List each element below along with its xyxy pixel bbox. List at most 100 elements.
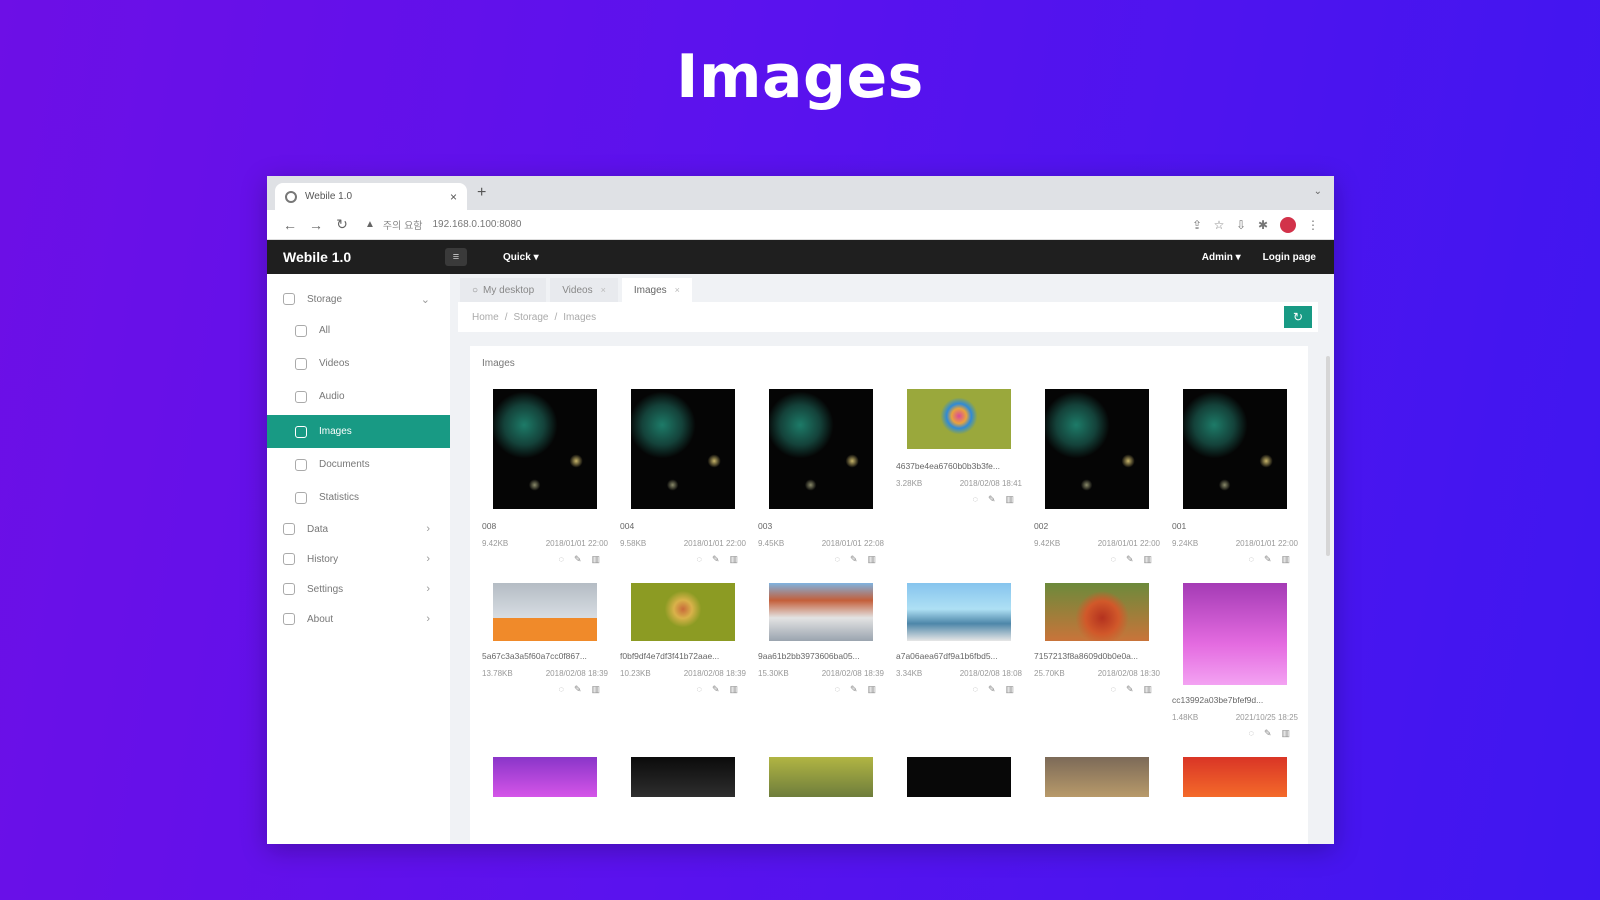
edit-icon[interactable]: ✎ xyxy=(712,684,720,695)
image-thumbnail[interactable] xyxy=(1045,389,1149,509)
view-icon[interactable]: ◌ xyxy=(559,554,564,565)
image-card[interactable] xyxy=(620,753,746,844)
tab-my-desktop[interactable]: ○ My desktop xyxy=(460,278,547,302)
image-card[interactable]: a7a06aea67df9a1b6fbd5... 3.34KB 2018/02/08… xyxy=(896,579,1022,739)
image-thumbnail[interactable] xyxy=(1183,389,1287,509)
image-thumbnail[interactable] xyxy=(1045,757,1149,797)
sidebar-item-history[interactable]: History › xyxy=(267,544,450,574)
image-card[interactable]: 004 9.58KB 2018/01/01 22:00 ◌ ✎ ▥ xyxy=(620,385,746,565)
edit-icon[interactable]: ✎ xyxy=(574,554,582,565)
sidebar-item-data[interactable]: Data › xyxy=(267,514,450,544)
chevron-down-icon[interactable]: ⌄ xyxy=(1314,186,1322,197)
close-icon[interactable]: × xyxy=(601,285,606,295)
breadcrumb-home[interactable]: Home xyxy=(472,312,499,323)
image-card[interactable]: 002 9.42KB 2018/01/01 22:00 ◌ ✎ ▥ xyxy=(1034,385,1160,565)
reload-icon[interactable]: ↻ xyxy=(329,216,355,233)
image-thumbnail[interactable] xyxy=(769,583,873,641)
edit-icon[interactable]: ✎ xyxy=(1264,728,1272,739)
image-thumbnail[interactable] xyxy=(769,389,873,509)
edit-icon[interactable]: ✎ xyxy=(988,684,996,695)
image-thumbnail[interactable] xyxy=(493,389,597,509)
refresh-button[interactable]: ↻ xyxy=(1284,306,1312,328)
sidebar-item-images[interactable]: Images xyxy=(267,415,450,448)
star-icon[interactable]: ☆ xyxy=(1208,218,1230,232)
trash-icon[interactable]: ▥ xyxy=(729,684,738,695)
trash-icon[interactable]: ▥ xyxy=(591,684,600,695)
warning-icon[interactable]: ▲ xyxy=(365,219,375,230)
image-card[interactable]: 4637be4ea6760b0b3b3fe... 3.28KB 2018/02/08… xyxy=(896,385,1022,565)
quick-menu[interactable]: Quick ▾ xyxy=(503,252,539,263)
image-thumbnail[interactable] xyxy=(1045,583,1149,641)
admin-menu[interactable]: Admin ▾ xyxy=(1202,252,1241,263)
image-card[interactable] xyxy=(1034,753,1160,844)
close-icon[interactable]: × xyxy=(450,190,457,204)
view-icon[interactable]: ◌ xyxy=(1111,684,1116,695)
back-arrow-icon[interactable]: ← xyxy=(277,217,303,233)
trash-icon[interactable]: ▥ xyxy=(1143,554,1152,565)
trash-icon[interactable]: ▥ xyxy=(729,554,738,565)
image-card[interactable]: 001 9.24KB 2018/01/01 22:00 ◌ ✎ ▥ xyxy=(1172,385,1298,565)
edit-icon[interactable]: ✎ xyxy=(1126,684,1134,695)
profile-avatar[interactable] xyxy=(1280,216,1296,233)
sidebar-item-settings[interactable]: Settings › xyxy=(267,574,450,604)
scrollbar[interactable] xyxy=(1326,356,1330,556)
hamburger-menu-icon[interactable]: ≡ xyxy=(445,248,467,266)
edit-icon[interactable]: ✎ xyxy=(1126,554,1134,565)
download-icon[interactable]: ⇩ xyxy=(1230,218,1252,232)
tab-images[interactable]: Images × xyxy=(621,278,692,302)
trash-icon[interactable]: ▥ xyxy=(1281,554,1290,565)
view-icon[interactable]: ◌ xyxy=(973,684,978,695)
trash-icon[interactable]: ▥ xyxy=(867,554,876,565)
image-card[interactable]: 008 9.42KB 2018/01/01 22:00 ◌ ✎ ▥ xyxy=(482,385,608,565)
close-icon[interactable]: × xyxy=(675,285,680,295)
image-card[interactable]: 5a67c3a3a5f60a7cc0f867... 13.78KB 2018/02/… xyxy=(482,579,608,739)
view-icon[interactable]: ◌ xyxy=(1111,554,1116,565)
edit-icon[interactable]: ✎ xyxy=(1264,554,1272,565)
forward-arrow-icon[interactable]: → xyxy=(303,217,329,233)
sidebar-item-audio[interactable]: Audio xyxy=(267,380,450,413)
image-card[interactable]: 9aa61b2bb3973606ba05... 15.30KB 2018/02/08… xyxy=(758,579,884,739)
edit-icon[interactable]: ✎ xyxy=(988,494,996,505)
sidebar-item-statistics[interactable]: Statistics xyxy=(267,481,450,514)
sidebar-item-videos[interactable]: Videos xyxy=(267,347,450,380)
extensions-icon[interactable]: ✱ xyxy=(1252,218,1274,232)
sidebar-item-documents[interactable]: Documents xyxy=(267,448,450,481)
app-brand[interactable]: Webile 1.0 xyxy=(267,249,445,265)
image-card[interactable]: 003 9.45KB 2018/01/01 22:08 ◌ ✎ ▥ xyxy=(758,385,884,565)
image-card[interactable]: f0bf9df4e7df3f41b72aae... 10.23KB 2018/02/… xyxy=(620,579,746,739)
new-tab-button[interactable]: + xyxy=(477,184,486,202)
trash-icon[interactable]: ▥ xyxy=(1281,728,1290,739)
more-menu-icon[interactable]: ⋮ xyxy=(1302,218,1324,232)
view-icon[interactable]: ◌ xyxy=(697,684,702,695)
sidebar-item-all[interactable]: All xyxy=(267,314,450,347)
view-icon[interactable]: ◌ xyxy=(1249,554,1254,565)
share-icon[interactable]: ⇪ xyxy=(1186,218,1208,232)
sidebar-item-storage[interactable]: Storage ⌄ xyxy=(267,284,450,314)
image-card[interactable]: cc13992a03be7bfef9d... 1.48KB 2021/10/25 1… xyxy=(1172,579,1298,739)
browser-tab[interactable]: Webile 1.0 × xyxy=(275,183,467,210)
logout-link[interactable]: Login page xyxy=(1263,252,1316,263)
image-card[interactable] xyxy=(896,753,1022,844)
view-icon[interactable]: ◌ xyxy=(835,684,840,695)
view-icon[interactable]: ◌ xyxy=(835,554,840,565)
view-icon[interactable]: ◌ xyxy=(1249,728,1254,739)
trash-icon[interactable]: ▥ xyxy=(591,554,600,565)
breadcrumb-storage[interactable]: Storage xyxy=(513,312,548,323)
image-card[interactable] xyxy=(1172,753,1298,844)
edit-icon[interactable]: ✎ xyxy=(850,554,858,565)
image-thumbnail[interactable] xyxy=(493,757,597,797)
image-card[interactable] xyxy=(758,753,884,844)
view-icon[interactable]: ◌ xyxy=(973,494,978,505)
edit-icon[interactable]: ✎ xyxy=(850,684,858,695)
trash-icon[interactable]: ▥ xyxy=(1143,684,1152,695)
tab-videos[interactable]: Videos × xyxy=(550,278,618,302)
view-icon[interactable]: ◌ xyxy=(697,554,702,565)
image-thumbnail[interactable] xyxy=(907,389,1011,449)
sidebar-item-about[interactable]: About › xyxy=(267,604,450,634)
image-thumbnail[interactable] xyxy=(1183,757,1287,797)
image-card[interactable] xyxy=(482,753,608,844)
image-thumbnail[interactable] xyxy=(1183,583,1287,685)
image-thumbnail[interactable] xyxy=(769,757,873,797)
trash-icon[interactable]: ▥ xyxy=(1005,494,1014,505)
image-card[interactable]: 7157213f8a8609d0b0e0a... 25.70KB 2018/02/0… xyxy=(1034,579,1160,739)
